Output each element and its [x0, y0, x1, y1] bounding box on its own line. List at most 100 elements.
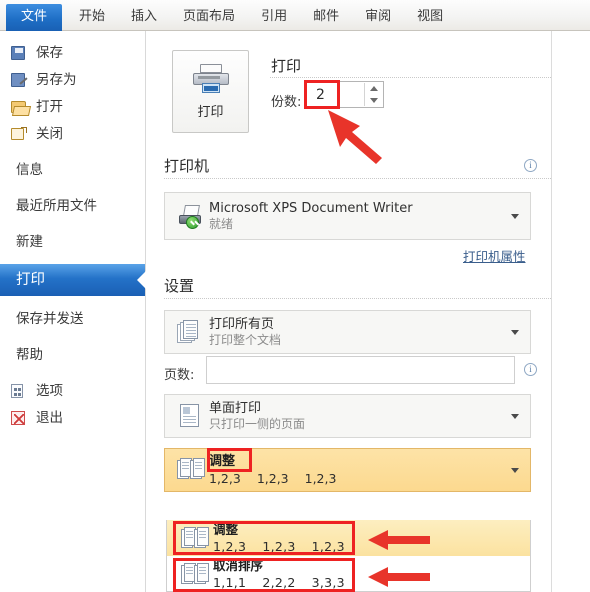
- collate-dropdown-list: 调整 1,2,3 1,2,3 1,2,3 取消排序 1,1,1 2,2,2 3,: [166, 520, 531, 592]
- single-sided-icon: [177, 403, 203, 429]
- sidebar-item-recent[interactable]: 最近所用文件: [0, 192, 145, 219]
- tab-page-layout[interactable]: 页面布局: [170, 5, 248, 31]
- sided-subtitle: 只打印一侧的页面: [209, 416, 306, 431]
- chevron-down-icon[interactable]: [511, 414, 519, 419]
- settings-section-rule: [164, 298, 551, 299]
- close-folder-icon: [11, 126, 31, 142]
- printer-info-icon[interactable]: i: [524, 159, 537, 172]
- collate-option-sequence: 1,2,3 1,2,3 1,2,3: [213, 538, 345, 555]
- word-backstage-print-screen: 文件 开始 插入 页面布局 引用 邮件 审阅 视图 保存 另存为 打开 关闭 信…: [0, 0, 590, 592]
- sided-select[interactable]: 单面打印 只打印一侧的页面: [164, 394, 531, 438]
- sidebar-item-label: 打开: [36, 98, 63, 115]
- collate-option-uncollate[interactable]: 取消排序 1,1,1 2,2,2 3,3,3: [167, 556, 530, 592]
- pages-stack-icon: [177, 319, 203, 345]
- ribbon-tab-list: 文件 开始 插入 页面布局 引用 邮件 审阅 视图: [0, 0, 590, 31]
- collate-seq-2: 1,2,3: [256, 471, 289, 486]
- sidebar-item-exit[interactable]: 退出: [0, 404, 145, 431]
- sidebar-item-save-send[interactable]: 保存并发送: [0, 305, 145, 332]
- tab-insert[interactable]: 插入: [118, 5, 170, 31]
- uncollate-option-sequence: 1,1,1 2,2,2 3,3,3: [213, 574, 345, 591]
- collate-seq-1: 1,2,3: [209, 471, 241, 486]
- collate-icon: [177, 457, 205, 483]
- sidebar-item-info[interactable]: 信息: [0, 156, 145, 183]
- ribbon-bar: 文件 开始 插入 页面布局 引用 邮件 审阅 视图: [0, 0, 590, 31]
- exit-icon: [11, 410, 31, 426]
- pane-divider: [551, 31, 552, 592]
- spinner-down-icon[interactable]: [369, 97, 378, 103]
- sidebar-item-label: 最近所用文件: [16, 197, 97, 214]
- opt1-seq-3: 1,2,3: [311, 538, 345, 554]
- tab-home[interactable]: 开始: [66, 5, 118, 31]
- collate-option-text: 调整 1,2,3 1,2,3 1,2,3: [213, 522, 345, 555]
- pages-input[interactable]: [206, 356, 515, 384]
- printer-section-title: 打印机: [164, 157, 210, 175]
- print-range-select[interactable]: 打印所有页 打印整个文档: [164, 310, 531, 354]
- sidebar-item-label: 选项: [36, 382, 63, 399]
- tab-file[interactable]: 文件: [6, 4, 63, 31]
- pages-info-icon[interactable]: i: [524, 363, 537, 376]
- sidebar-item-label: 信息: [16, 161, 43, 178]
- copies-value[interactable]: 2: [307, 87, 325, 103]
- print-range-title: 打印所有页: [209, 316, 275, 332]
- sidebar-item-save-as[interactable]: 另存为: [0, 66, 145, 93]
- sided-text: 单面打印 只打印一侧的页面: [209, 401, 305, 432]
- save-as-icon: [11, 72, 31, 88]
- chevron-down-icon[interactable]: [511, 330, 519, 335]
- backstage-sidebar: 保存 另存为 打开 关闭 信息 最近所用文件 新建 打印 保存并发送 帮助 选项…: [0, 31, 146, 592]
- sided-title: 单面打印: [209, 400, 262, 416]
- sidebar-item-label: 保存: [36, 44, 63, 61]
- printer-ready-icon: [177, 203, 203, 229]
- collate-option-collate[interactable]: 调整 1,2,3 1,2,3 1,2,3: [167, 520, 530, 556]
- printer-select[interactable]: Microsoft XPS Document Writer 就绪: [164, 192, 531, 240]
- settings-section-title: 设置: [164, 277, 195, 295]
- sidebar-item-open[interactable]: 打开: [0, 93, 145, 120]
- sidebar-item-save[interactable]: 保存: [0, 39, 145, 66]
- print-section-title: 打印: [271, 57, 302, 75]
- collate-icon: [181, 526, 209, 550]
- opt1-seq-1: 1,2,3: [213, 538, 247, 554]
- printer-name: Microsoft XPS Document Writer: [209, 200, 413, 216]
- spinner-up-icon[interactable]: [369, 86, 378, 92]
- uncollate-option-text: 取消排序 1,1,1 2,2,2 3,3,3: [213, 558, 345, 591]
- open-folder-icon: [11, 99, 31, 115]
- printer-status: 就绪: [209, 216, 234, 231]
- tab-review[interactable]: 审阅: [352, 5, 404, 31]
- tab-view[interactable]: 视图: [404, 5, 456, 31]
- collate-option-title: 调整: [213, 521, 239, 537]
- chevron-down-icon[interactable]: [511, 214, 519, 219]
- sidebar-divider: [0, 147, 145, 156]
- copies-spinner-buttons[interactable]: [364, 83, 382, 106]
- sidebar-item-help[interactable]: 帮助: [0, 341, 145, 368]
- collate-title: 调整: [209, 454, 236, 469]
- pages-label: 页数:: [164, 368, 195, 383]
- sidebar-item-label: 打印: [16, 272, 45, 288]
- collate-text: 调整 1,2,3 1,2,3 1,2,3: [209, 454, 336, 486]
- opt2-seq-1: 1,1,1: [213, 574, 247, 590]
- sidebar-item-label: 新建: [16, 233, 43, 250]
- printer-icon: [192, 63, 230, 94]
- opt1-seq-2: 1,2,3: [262, 538, 296, 554]
- tab-mailings[interactable]: 邮件: [300, 5, 352, 31]
- save-icon: [11, 45, 31, 61]
- sidebar-item-close[interactable]: 关闭: [0, 120, 145, 147]
- sidebar-item-label: 关闭: [36, 125, 63, 142]
- sidebar-item-new[interactable]: 新建: [0, 228, 145, 255]
- print-button[interactable]: 打印: [172, 50, 249, 133]
- sidebar-item-options[interactable]: 选项: [0, 377, 145, 404]
- collate-seq-3: 1,2,3: [304, 471, 337, 486]
- sidebar-item-label: 另存为: [36, 71, 77, 88]
- tab-references[interactable]: 引用: [248, 5, 300, 31]
- printer-properties-link[interactable]: 打印机属性: [463, 246, 526, 265]
- collate-select[interactable]: 调整 1,2,3 1,2,3 1,2,3: [164, 448, 531, 492]
- uncollate-icon: [181, 562, 209, 586]
- sidebar-item-print[interactable]: 打印: [0, 264, 146, 296]
- copies-stepper[interactable]: 2: [306, 81, 384, 108]
- chevron-down-icon[interactable]: [511, 468, 519, 473]
- copies-label: 份数:: [271, 95, 302, 110]
